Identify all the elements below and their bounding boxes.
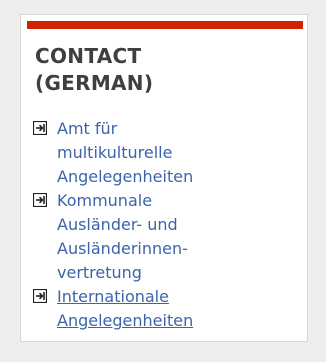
link-item-internationale[interactable]: Internationale Angelegenheiten [33,285,303,333]
panel-heading: CONTACT (GERMAN) [35,43,295,97]
link-kommunale-vertretung[interactable]: Kommunale Ausländer- und Ausländerinnen-… [57,191,188,282]
contact-panel: CONTACT (GERMAN) Amt für multikulturelle… [20,14,308,342]
contact-links-list: Amt für multikulturelle Angelegenheiten … [33,117,303,333]
panel-heading-line2: (GERMAN) [35,71,154,95]
arrow-into-box-icon [33,193,47,207]
link-item-kommunale-vertretung[interactable]: Kommunale Ausländer- und Ausländerinnen-… [33,189,303,285]
page: CONTACT (GERMAN) Amt für multikulturelle… [0,0,326,362]
arrow-into-box-icon [33,121,47,135]
arrow-into-box-icon [33,289,47,303]
accent-bar [27,21,303,29]
link-item-amt-multikulturelle[interactable]: Amt für multikulturelle Angelegenheiten [33,117,303,189]
link-amt-multikulturelle[interactable]: Amt für multikulturelle Angelegenheiten [57,119,193,186]
link-internationale-angelegenheiten[interactable]: Internationale Angelegenheiten [57,287,193,330]
panel-heading-line1: CONTACT [35,44,142,68]
